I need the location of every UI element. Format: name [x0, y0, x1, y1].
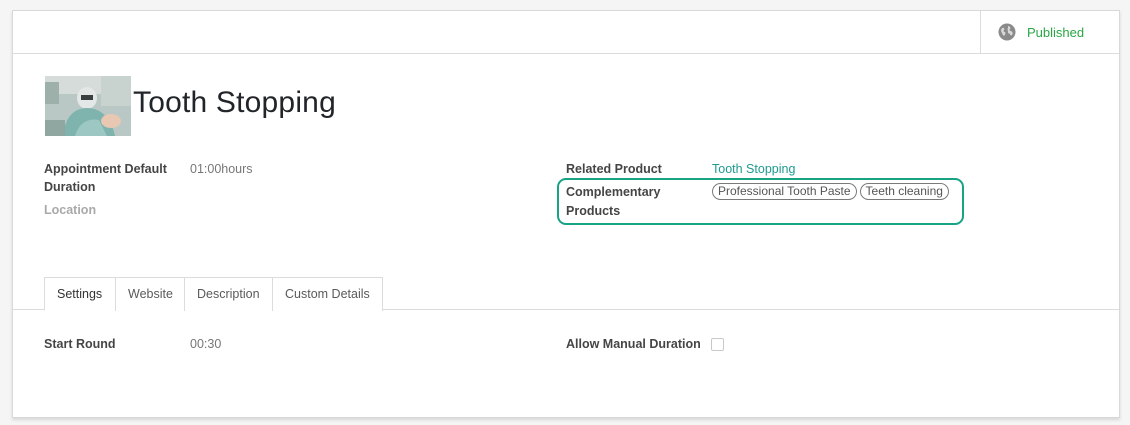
tab-custom-details[interactable]: Custom Details	[272, 277, 383, 311]
title-row: Tooth Stopping	[45, 75, 336, 137]
notebook-tabs: Settings Website Description Custom Deta…	[13, 277, 1119, 311]
appointment-duration-value[interactable]: 01:00hours	[190, 158, 253, 181]
publish-button[interactable]: Published	[980, 11, 1119, 53]
record-image[interactable]	[45, 76, 131, 136]
allow-manual-duration-checkbox[interactable]	[711, 338, 724, 351]
start-round-value[interactable]: 00:30	[190, 333, 221, 356]
appointment-duration-label-line2: Duration	[44, 180, 96, 194]
tab-website[interactable]: Website	[115, 277, 185, 311]
record-title: Tooth Stopping	[133, 86, 336, 119]
allow-manual-duration-label: Allow Manual Duration	[566, 337, 701, 351]
publish-label: Published	[1027, 24, 1085, 40]
tab-description[interactable]: Description	[184, 277, 273, 311]
location-label: Location	[44, 203, 97, 217]
complementary-products-label-line2: Products	[566, 204, 621, 218]
complementary-products-tags: Professional Tooth Paste Teeth cleaning	[712, 183, 949, 200]
button-box: Published	[13, 11, 1119, 54]
tag-professional-tooth-paste[interactable]: Professional Tooth Paste	[712, 183, 857, 200]
tab-settings[interactable]: Settings	[44, 277, 116, 311]
tag-teeth-cleaning[interactable]: Teeth cleaning	[859, 183, 949, 200]
start-round-label: Start Round	[44, 337, 116, 351]
globe-icon	[998, 23, 1016, 41]
form-sheet: Published Tooth Stopping Appointment Def…	[12, 10, 1120, 418]
